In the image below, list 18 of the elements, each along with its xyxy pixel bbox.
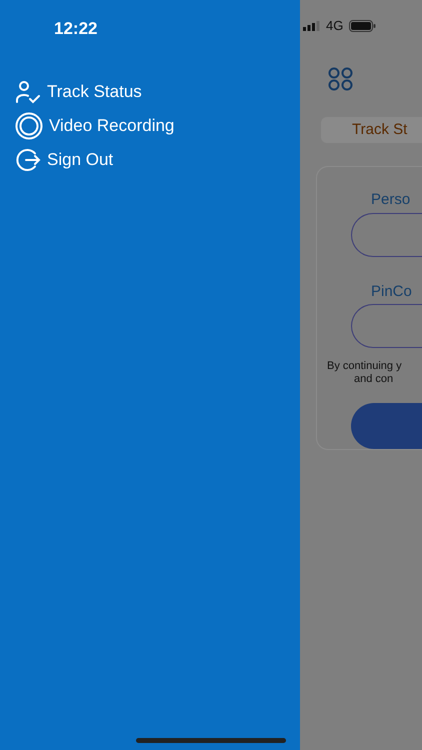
- field-label: Perso: [371, 190, 412, 210]
- submit-button[interactable]: [351, 403, 422, 449]
- terms-text: By continuing y and con: [326, 360, 403, 386]
- field-label: PinCo: [371, 282, 413, 302]
- user-check-icon: [15, 80, 41, 104]
- input-field[interactable]: [351, 304, 422, 348]
- track-status-button[interactable]: Track St: [321, 117, 422, 143]
- record-icon: [15, 112, 43, 140]
- input-field[interactable]: [351, 212, 422, 256]
- status-time: 12:22: [54, 18, 98, 40]
- drawer-item[interactable]: Video Recording: [15, 112, 174, 138]
- drawer-item[interactable]: Sign Out: [15, 146, 114, 172]
- drawer-item[interactable]: Track Status: [15, 78, 142, 104]
- sign-out-icon: [15, 146, 41, 172]
- apps-menu-icon[interactable]: [327, 67, 355, 91]
- signal-icon: [303, 21, 320, 31]
- battery-icon: [349, 20, 376, 32]
- network-label: 4G: [326, 17, 344, 36]
